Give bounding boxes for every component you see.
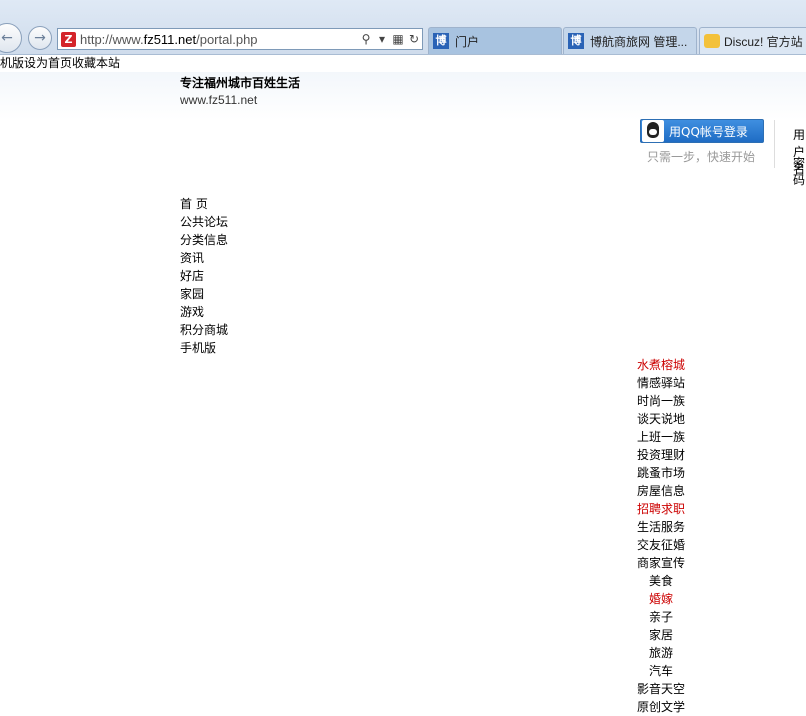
- refresh-icon[interactable]: ↻: [406, 32, 422, 46]
- compat-view-icon[interactable]: ▦: [390, 32, 406, 46]
- back-arrow-icon[interactable]: ←: [0, 23, 22, 53]
- forum-item[interactable]: 谈天说地: [637, 410, 697, 428]
- forum-subitem[interactable]: 汽车: [637, 662, 697, 680]
- forum-subitem[interactable]: 亲子: [637, 608, 697, 626]
- nav-item[interactable]: 积分商城: [180, 321, 228, 339]
- address-bar[interactable]: Z http://www.fz511.net/portal.php ⚲ ▾ ▦ …: [57, 28, 423, 50]
- bookmark-link[interactable]: 收藏本站: [72, 54, 120, 72]
- nav-item[interactable]: 资讯: [180, 249, 228, 267]
- forum-subitem[interactable]: 旅游: [637, 644, 697, 662]
- login-divider: [774, 120, 775, 168]
- forum-item[interactable]: 商家宣传: [637, 554, 697, 572]
- forum-item[interactable]: 生活服务: [637, 518, 697, 536]
- forum-item[interactable]: 水煮榕城: [637, 356, 697, 374]
- qq-login-label: 用QQ帐号登录: [669, 124, 748, 139]
- chevron-down-icon[interactable]: ▾: [374, 32, 390, 46]
- nav-item[interactable]: 家园: [180, 285, 228, 303]
- bo-favicon-icon: 博: [433, 33, 449, 49]
- url-text[interactable]: http://www.fz511.net/portal.php: [80, 32, 358, 47]
- site-slogan: 专注福州城市百姓生活: [180, 76, 301, 90]
- set-homepage-link[interactable]: 机版设为首页: [0, 54, 72, 72]
- forum-item[interactable]: 上班一族: [637, 428, 697, 446]
- forum-list: 水煮榕城 情感驿站 时尚一族 谈天说地 上班一族 投资理财 跳蚤市场 房屋信息 招聘求职 生活服务…: [637, 356, 697, 716]
- search-icon[interactable]: ⚲: [358, 32, 374, 46]
- nav-item[interactable]: 游戏: [180, 303, 228, 321]
- nav-item[interactable]: 分类信息: [180, 231, 228, 249]
- site-url[interactable]: www.fz511.net: [180, 93, 257, 107]
- top-links-bar: 机版设为首页 收藏本站: [0, 54, 806, 72]
- forum-item[interactable]: 跳蚤市场: [637, 464, 697, 482]
- forum-item[interactable]: 原创文学: [637, 698, 697, 716]
- qq-login-button[interactable]: 用QQ帐号登录: [640, 119, 764, 143]
- forum-subitem[interactable]: 家居: [637, 626, 697, 644]
- nav-item[interactable]: 公共论坛: [180, 213, 228, 231]
- forum-subitem[interactable]: 美食: [637, 572, 697, 590]
- browser-toolbar: ← → Z http://www.fz511.net/portal.php ⚲ …: [0, 0, 806, 55]
- tab-label: Discuz! 官方站: [724, 34, 803, 49]
- tab-label: 门户: [455, 34, 480, 49]
- nav-item[interactable]: 好店: [180, 267, 228, 285]
- main-nav: 首 页公共论坛 分类信息 资讯 好店 家园 游戏 积分商城 手机版: [180, 195, 228, 357]
- forum-item[interactable]: 情感驿站: [637, 374, 697, 392]
- forum-subitem[interactable]: 婚嫁: [637, 590, 697, 608]
- forum-item[interactable]: 房屋信息: [637, 482, 697, 500]
- forum-item[interactable]: 投资理财: [637, 446, 697, 464]
- forum-item[interactable]: 影音天空: [637, 680, 697, 698]
- qq-penguin-icon: [642, 120, 664, 142]
- nav-item[interactable]: 手机版: [180, 339, 228, 357]
- site-favicon-icon: Z: [61, 31, 76, 47]
- password-label: 密码: [793, 156, 806, 187]
- tab-discuz[interactable]: Discuz! 官方站: [699, 27, 806, 54]
- tab-portal[interactable]: 博 门户: [428, 27, 562, 54]
- tab-label: 博航商旅网 管理...: [590, 34, 688, 49]
- forum-item[interactable]: 交友征婚: [637, 536, 697, 554]
- tab-admin[interactable]: 博 博航商旅网 管理...: [563, 27, 697, 54]
- qq-login-note: 只需一步，快速开始: [647, 150, 756, 164]
- forward-arrow-icon[interactable]: →: [28, 26, 52, 50]
- header-band: [0, 72, 806, 120]
- forum-item[interactable]: 时尚一族: [637, 392, 697, 410]
- forum-item[interactable]: 招聘求职: [637, 500, 697, 518]
- discuz-favicon-icon: [704, 34, 720, 48]
- nav-item[interactable]: 首 页: [180, 195, 228, 213]
- bo-favicon-icon: 博: [568, 33, 584, 49]
